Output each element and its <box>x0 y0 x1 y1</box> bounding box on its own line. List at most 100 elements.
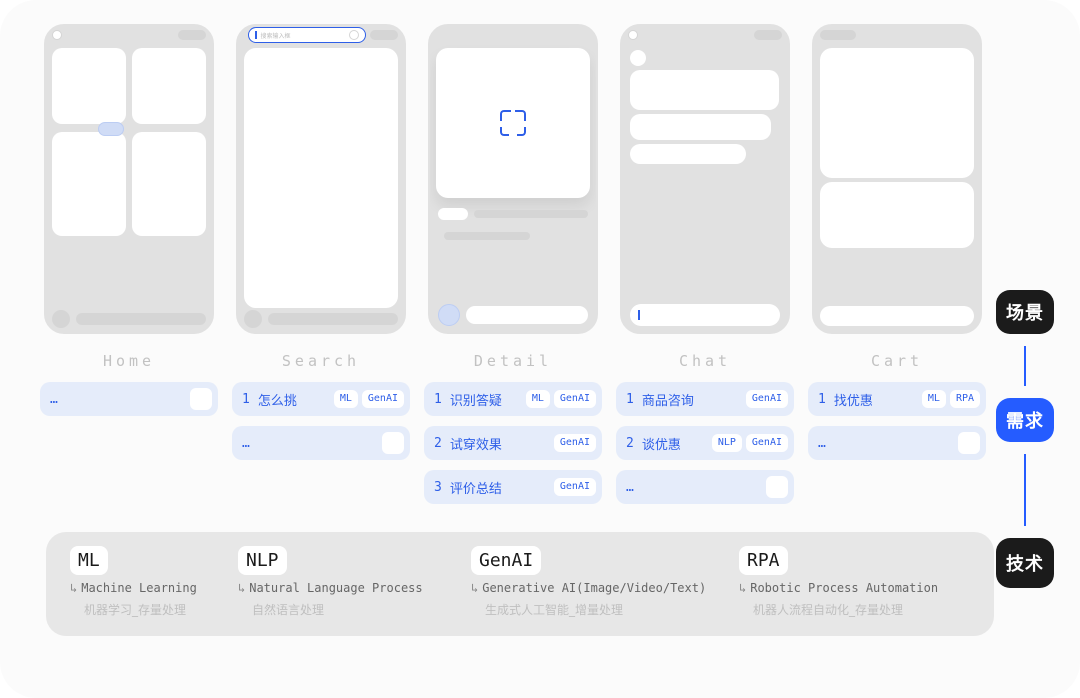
tech-tag: GenAI <box>554 478 596 496</box>
tech-tag: RPA <box>950 390 980 408</box>
diagram-canvas: Home … 搜索输入框 Search 1怎么挑MLGenAI… <box>0 0 1080 698</box>
need-text: 试穿效果 <box>450 434 546 453</box>
col-label: Detail <box>474 352 552 370</box>
tech-cn: 机器学习_存量处理 <box>84 601 230 618</box>
needs-home: … <box>40 382 218 416</box>
tech-badge: NLP <box>238 546 287 575</box>
tech-strip: ML ↳Machine Learning 机器学习_存量处理 NLP ↳Natural … <box>46 532 994 636</box>
tech-tag: GenAI <box>746 434 788 452</box>
tech-item: RPA↳Robotic Process Automation机器人流程自动化_存… <box>739 546 979 618</box>
stage-need: 需求 <box>996 398 1054 442</box>
col-label: Home <box>103 352 155 370</box>
col-label: Chat <box>679 352 731 370</box>
need-text: 怎么挑 <box>258 390 326 409</box>
columns-row: Home … 搜索输入框 Search 1怎么挑MLGenAI… <box>44 24 994 504</box>
tech-full: ↳Robotic Process Automation <box>739 581 979 595</box>
need-card[interactable]: 2 试穿效果 GenAI <box>424 426 602 460</box>
need-index: … <box>242 436 250 451</box>
need-card[interactable]: 2谈优惠NLPGenAI <box>616 426 794 460</box>
stage-tech: 技术 <box>996 538 1054 588</box>
needs-detail: 1识别答疑MLGenAI2试穿效果GenAI3评价总结GenAI <box>424 382 602 504</box>
phone-mock-home <box>44 24 214 334</box>
arrow-icon: ↳ <box>238 581 245 595</box>
need-card[interactable]: 1 怎么挑 MLGenAI <box>232 382 410 416</box>
search-input[interactable]: 搜索输入框 <box>248 27 366 43</box>
need-card[interactable]: … <box>232 426 410 460</box>
tech-cn: 机器人流程自动化_存量处理 <box>753 601 979 618</box>
need-index: … <box>626 480 634 495</box>
col-cart: Cart 1 找优惠 MLRPA … <box>812 24 982 460</box>
need-card[interactable]: 1 找优惠 MLRPA <box>808 382 986 416</box>
need-index: … <box>818 436 826 451</box>
need-index: 1 <box>626 392 634 407</box>
tech-tag: GenAI <box>746 390 788 408</box>
tech-item: ML ↳Machine Learning 机器学习_存量处理 <box>70 546 230 618</box>
tech-badge: ML <box>70 546 108 575</box>
need-tags: GenAI <box>746 390 788 408</box>
need-tags: GenAI <box>554 478 596 496</box>
need-text: 谈优惠 <box>642 434 704 453</box>
need-tags: MLGenAI <box>526 390 596 408</box>
chat-input[interactable] <box>630 304 780 326</box>
need-index: 1 <box>434 392 442 407</box>
need-index: 1 <box>818 392 826 407</box>
phone-mock-cart <box>812 24 982 334</box>
arrow-icon: ↳ <box>471 581 478 595</box>
tech-full: ↳Machine Learning <box>70 581 230 595</box>
need-index: 1 <box>242 392 250 407</box>
tech-tag: NLP <box>712 434 742 452</box>
tech-badge: GenAI <box>471 546 541 575</box>
need-tags: MLGenAI <box>334 390 404 408</box>
need-index: 2 <box>434 436 442 451</box>
tech-tag: ML <box>526 390 550 408</box>
needs-cart: 1 找优惠 MLRPA … <box>808 382 986 460</box>
need-index: 3 <box>434 480 442 495</box>
needs-chat: 1商品咨询GenAI2谈优惠NLPGenAI… <box>616 382 794 504</box>
need-card[interactable]: … <box>616 470 794 504</box>
phone-mock-detail <box>428 24 598 334</box>
tech-tag: GenAI <box>554 434 596 452</box>
stage-scene: 场景 <box>996 290 1054 334</box>
tech-full: ↳Natural Language Process <box>238 581 463 595</box>
stage-rail: 场景 需求 技术 <box>996 290 1054 588</box>
need-index: … <box>50 392 58 407</box>
need-text: 找优惠 <box>834 390 914 409</box>
need-text: 评价总结 <box>450 478 546 497</box>
tech-tag: ML <box>922 390 946 408</box>
needs-search: 1 怎么挑 MLGenAI … <box>232 382 410 460</box>
col-detail: Detail 1识别答疑MLGenAI2试穿效果GenAI3评价总结GenAI <box>428 24 598 504</box>
tech-tag: ML <box>334 390 358 408</box>
need-text: 商品咨询 <box>642 390 738 409</box>
col-chat: Chat 1商品咨询GenAI2谈优惠NLPGenAI… <box>620 24 790 504</box>
tech-item: NLP ↳Natural Language Process 自然语言处理 <box>238 546 463 618</box>
tech-item: GenAI ↳Generative AI(Image/Video/Text) 生成式… <box>471 546 731 618</box>
need-placeholder <box>958 432 980 454</box>
need-card[interactable]: … <box>808 426 986 460</box>
need-card[interactable]: 1 商品咨询 GenAI <box>616 382 794 416</box>
need-tags: GenAI <box>554 434 596 452</box>
need-tags: NLPGenAI <box>712 434 788 452</box>
need-card[interactable]: 3 评价总结 GenAI <box>424 470 602 504</box>
need-card[interactable]: … <box>40 382 218 416</box>
camera-icon <box>349 30 359 40</box>
tech-tag: GenAI <box>362 390 404 408</box>
phone-mock-chat <box>620 24 790 334</box>
tech-tag: GenAI <box>554 390 596 408</box>
arrow-icon: ↳ <box>70 581 77 595</box>
need-placeholder <box>382 432 404 454</box>
selected-chip <box>98 122 124 136</box>
col-home: Home … <box>44 24 214 416</box>
tech-full: ↳Generative AI(Image/Video/Text) <box>471 581 731 595</box>
tech-cn: 自然语言处理 <box>252 601 463 618</box>
need-card[interactable]: 1 识别答疑 MLGenAI <box>424 382 602 416</box>
scan-icon <box>500 110 526 136</box>
arrow-icon: ↳ <box>739 581 746 595</box>
need-placeholder <box>190 388 212 410</box>
need-tags: MLRPA <box>922 390 980 408</box>
col-label: Cart <box>871 352 923 370</box>
col-search: 搜索输入框 Search 1 怎么挑 MLGenAI … <box>236 24 406 460</box>
col-label: Search <box>282 352 360 370</box>
need-text: 识别答疑 <box>450 390 518 409</box>
phone-mock-search: 搜索输入框 <box>236 24 406 334</box>
tech-cn: 生成式人工智能_增量处理 <box>485 601 731 618</box>
